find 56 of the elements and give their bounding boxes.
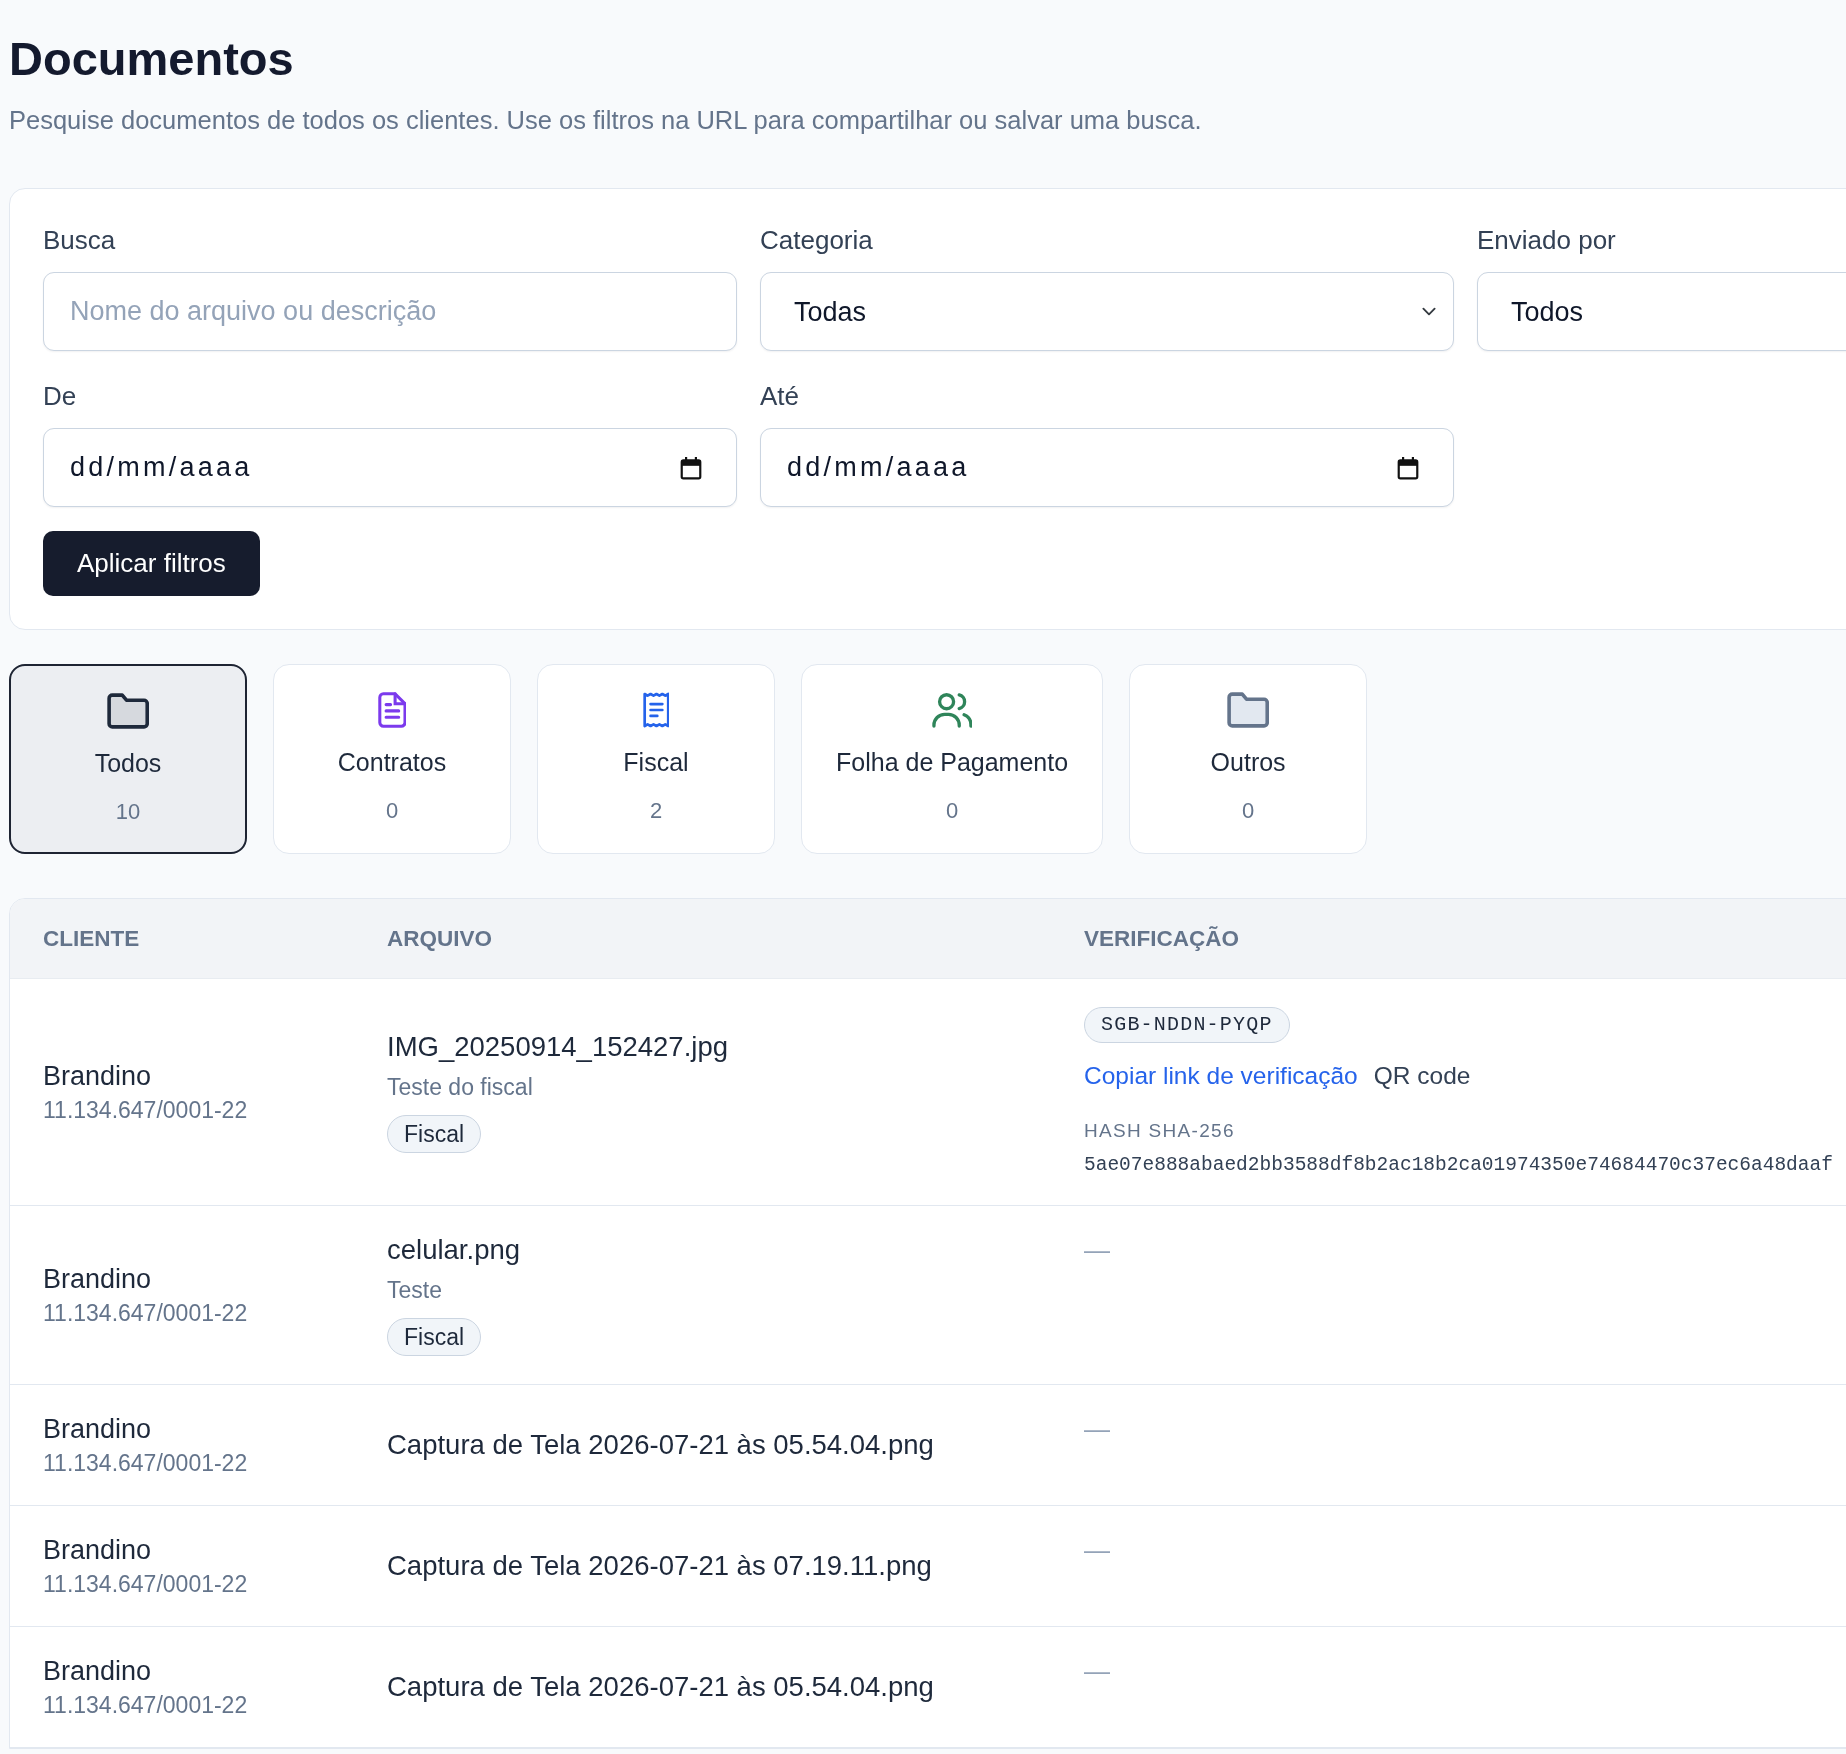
tax-id: 11.134.647/0001-22 — [43, 1096, 249, 1124]
file-name: Captura de Tela 2026-07-21 às 05.54.04.png — [387, 1429, 935, 1461]
category-card[interactable]: Outros 0 — [1129, 664, 1368, 854]
qr-code-link[interactable]: QR code — [1373, 1061, 1471, 1090]
tax-id: 11.134.647/0001-22 — [43, 1449, 249, 1477]
field-label: Categoria — [760, 225, 874, 256]
field-label: Enviado por — [1477, 225, 1617, 256]
page-title: Documentos — [9, 31, 295, 87]
empty-dash: — — [1084, 1234, 1110, 1266]
tax-id: 11.134.647/0001-22 — [43, 1691, 249, 1719]
file-name: Captura de Tela 2026-07-21 às 07.19.11.png — [387, 1550, 933, 1582]
date-field[interactable]: dd/mm/aaaa — [43, 428, 737, 507]
file-name: celular.png — [387, 1234, 521, 1266]
column-header: VERIFICAÇÃO — [1083, 924, 1240, 953]
category-tag: Fiscal — [387, 1318, 482, 1356]
empty-dash: — — [1084, 1655, 1110, 1687]
document-icon — [377, 692, 407, 728]
file-name: Captura de Tela 2026-07-21 às 05.54.04.png — [387, 1671, 935, 1703]
file-name: IMG_20250914_152427.jpg — [387, 1031, 729, 1063]
select-field[interactable]: Todas — [760, 272, 1454, 351]
category-card[interactable]: Folha de Pagamento 0 — [801, 664, 1104, 854]
select-field[interactable]: Todos — [1477, 272, 1846, 351]
search-field[interactable]: Nome do arquivo ou descrição — [43, 272, 737, 351]
category-card[interactable]: Fiscal 2 — [537, 664, 775, 854]
date-field[interactable]: dd/mm/aaaa — [760, 428, 1454, 507]
receipt-icon — [642, 692, 670, 728]
file-description: Teste do fiscal — [387, 1073, 534, 1101]
calendar-icon — [680, 455, 702, 480]
page-subtitle: Pesquise documentos de todos os clientes. Use os filtros na URL para compartilhar ou salvar uma busca. — [9, 105, 1203, 136]
column-header: ARQUIVO — [386, 924, 493, 953]
hash-value: 5ae07e888abaed2bb3588df8b2ac18b2ca01974350e74684470c37ec6a48daaf — [1084, 1154, 1834, 1177]
client-name: Brandino — [43, 1413, 153, 1445]
folder-icon — [1226, 692, 1270, 728]
client-name: Brandino — [43, 1655, 153, 1687]
file-description: Teste — [387, 1276, 443, 1304]
client-name: Brandino — [43, 1534, 153, 1566]
category-card[interactable]: Todos 10 — [9, 664, 247, 854]
tax-id: 11.134.647/0001-22 — [43, 1570, 249, 1598]
empty-dash: — — [1084, 1413, 1110, 1445]
empty-dash: — — [1084, 1534, 1110, 1566]
field-label: De — [43, 381, 78, 412]
verification-code: SGB-NDDN-PYQP — [1084, 1007, 1290, 1043]
category-card[interactable]: Contratos 0 — [273, 664, 511, 854]
people-icon — [931, 692, 973, 728]
apply-filters-button[interactable]: Aplicar filtros — [43, 531, 260, 596]
column-header: CLIENTE — [42, 924, 141, 953]
calendar-icon — [1397, 455, 1419, 480]
category-tag: Fiscal — [387, 1115, 482, 1153]
client-name: Brandino — [43, 1263, 153, 1295]
hash-label: HASH SHA-256 — [1084, 1119, 1236, 1142]
tax-id: 11.134.647/0001-22 — [43, 1299, 249, 1327]
field-label: Até — [760, 381, 801, 412]
client-name: Brandino — [43, 1060, 153, 1092]
folder-icon — [106, 693, 150, 729]
field-label: Busca — [43, 225, 117, 256]
copy-link[interactable]: Copiar link de verificação — [1084, 1061, 1358, 1090]
